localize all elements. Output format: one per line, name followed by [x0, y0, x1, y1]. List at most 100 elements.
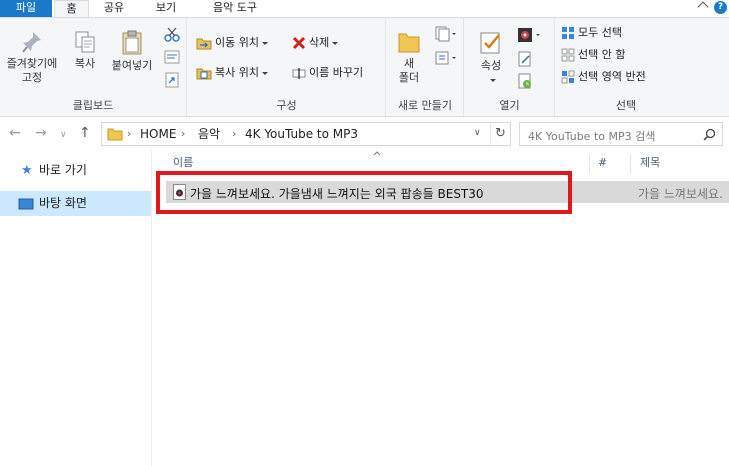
- copy-label: 복사: [74, 57, 96, 70]
- rename-button[interactable]: 이름 바꾸기: [292, 64, 363, 82]
- select-none-label: 선택 안 함: [578, 48, 626, 61]
- select-group-label: 선택: [615, 99, 637, 112]
- edit-icon[interactable]: [517, 51, 533, 70]
- address-divider: [490, 123, 491, 145]
- new-item-icon[interactable]: [435, 26, 457, 45]
- select-all-button[interactable]: 모두 선택: [561, 24, 622, 42]
- tab-view[interactable]: 보기: [146, 0, 186, 17]
- new-group-label: 새로 만들기: [397, 99, 453, 112]
- copy-path-icon[interactable]: [164, 50, 180, 67]
- copy-icon: [75, 31, 95, 53]
- open-group-label: 열기: [499, 99, 520, 112]
- help-icon[interactable]: ?: [714, 1, 727, 14]
- open-with-icon[interactable]: [517, 27, 543, 46]
- rename-icon: [292, 68, 306, 79]
- new-folder-label-line2: 폴더: [398, 71, 420, 84]
- breadcrumb-separator: ›: [232, 127, 237, 140]
- pin-icon: [22, 32, 41, 53]
- history-icon[interactable]: [517, 73, 533, 92]
- ribbon: 즐겨찾기에 고정 복사 붙여넣기 클립보드 이동 위치 복사 위치 삭제 이름 …: [0, 17, 729, 117]
- rename-label: 이름 바꾸기: [309, 66, 364, 79]
- copy-to-button[interactable]: 복사 위치: [196, 64, 268, 82]
- refresh-icon[interactable]: ↻: [495, 126, 506, 141]
- copy-to-label: 복사 위치: [215, 66, 259, 79]
- invert-selection-icon: [561, 70, 575, 84]
- copy-button[interactable]: 복사: [66, 30, 104, 71]
- select-group: 모두 선택 선택 안 함 선택 영역 반전 선택: [556, 18, 696, 117]
- back-icon[interactable]: ←: [9, 126, 21, 140]
- delete-button[interactable]: 삭제: [292, 34, 339, 52]
- properties-label: 속성: [480, 59, 502, 72]
- properties-icon: [480, 32, 500, 54]
- select-all-icon: [562, 27, 574, 39]
- chevron-down-icon: [261, 71, 268, 75]
- tab-home[interactable]: 홈: [54, 0, 89, 17]
- breadcrumb-music[interactable]: 음악: [198, 127, 220, 141]
- delete-icon: [292, 36, 306, 50]
- move-to-label: 이동 위치: [215, 36, 259, 49]
- invert-selection-button[interactable]: 선택 영역 반전: [561, 68, 646, 86]
- organize-group-label: 구성: [276, 99, 297, 112]
- highlight-box: [156, 171, 572, 214]
- tab-file[interactable]: 파일: [0, 0, 52, 17]
- move-to-icon: [196, 38, 212, 50]
- chevron-down-icon: [332, 41, 339, 45]
- chevron-down-icon: [261, 41, 268, 45]
- new-folder-button[interactable]: 새 폴더: [393, 30, 425, 85]
- navigation-pane: ★ 바로 가기 바탕 화면: [0, 150, 152, 466]
- select-none-icon: [561, 48, 575, 62]
- column-header-number[interactable]: #: [598, 150, 607, 176]
- new-folder-label-line1: 새: [403, 57, 415, 70]
- delete-label: 삭제: [309, 36, 330, 49]
- nav-item-desktop[interactable]: 바탕 화면: [0, 191, 151, 216]
- pin-label-line2: 고정: [21, 71, 43, 84]
- paste-button[interactable]: 붙여넣기: [104, 30, 160, 73]
- properties-button[interactable]: 속성: [473, 30, 509, 87]
- cut-icon[interactable]: [164, 26, 180, 45]
- open-group: 속성 열기: [465, 18, 555, 117]
- address-row: ← → ∨ ↑ › HOME › 음악 › 4K YouTube to MP3 …: [0, 118, 729, 150]
- nav-item-label: 바로 가기: [39, 163, 87, 177]
- address-bar[interactable]: › HOME › 음악 › 4K YouTube to MP3 ∨ ↻: [101, 122, 511, 146]
- chevron-up-icon[interactable]: [697, 1, 709, 13]
- sort-ascending-icon: [373, 151, 381, 156]
- column-header-title[interactable]: 제목: [640, 150, 660, 176]
- search-box[interactable]: 4K YouTube to MP3 검색: [519, 122, 723, 146]
- recent-locations-icon[interactable]: ∨: [60, 128, 67, 142]
- new-folder-icon: [398, 33, 420, 53]
- tab-music-tools[interactable]: 음악 도구: [198, 0, 272, 17]
- star-icon: ★: [21, 163, 33, 178]
- folder-icon: [107, 128, 123, 141]
- new-group: 새 폴더 새로 만들기: [387, 18, 464, 117]
- ribbon-tab-bar: 파일 홈 공유 보기 음악 도구 ?: [0, 0, 729, 17]
- address-dropdown-icon[interactable]: ∨: [474, 128, 481, 138]
- invert-selection-label: 선택 영역 반전: [578, 70, 646, 83]
- breadcrumb-home[interactable]: HOME: [140, 127, 176, 141]
- breadcrumb-separator: ›: [127, 127, 132, 140]
- paste-shortcut-icon[interactable]: [164, 72, 180, 91]
- clipboard-group-label: 클립보드: [72, 99, 114, 112]
- breadcrumb-4k-youtube[interactable]: 4K YouTube to MP3: [245, 127, 358, 141]
- up-icon[interactable]: ↑: [79, 126, 91, 140]
- forward-icon[interactable]: →: [35, 126, 47, 140]
- organize-group: 이동 위치 복사 위치 삭제 이름 바꾸기 구성: [188, 18, 386, 117]
- search-input[interactable]: 4K YouTube to MP3 검색: [528, 128, 655, 144]
- file-title: 가을 느껴보세요.: [638, 187, 723, 201]
- desktop-icon: [18, 198, 34, 210]
- tab-share[interactable]: 공유: [94, 0, 134, 17]
- easy-access-icon[interactable]: [435, 50, 457, 69]
- select-all-label: 모두 선택: [578, 26, 622, 39]
- move-to-button[interactable]: 이동 위치: [196, 34, 268, 52]
- nav-item-quick-access[interactable]: ★ 바로 가기: [0, 158, 151, 183]
- copy-to-icon: [196, 68, 212, 80]
- select-none-button[interactable]: 선택 안 함: [561, 46, 625, 64]
- paste-label: 붙여넣기: [111, 59, 153, 72]
- pin-to-quick-access-button[interactable]: 즐겨찾기에 고정: [2, 30, 62, 85]
- column-separator[interactable]: [630, 154, 631, 174]
- search-icon: [703, 128, 716, 141]
- breadcrumb-separator: ›: [181, 127, 186, 140]
- chevron-down-icon: [489, 78, 496, 82]
- nav-item-label: 바탕 화면: [39, 196, 87, 210]
- ribbon-controls: ?: [689, 0, 729, 17]
- column-separator[interactable]: [589, 154, 590, 174]
